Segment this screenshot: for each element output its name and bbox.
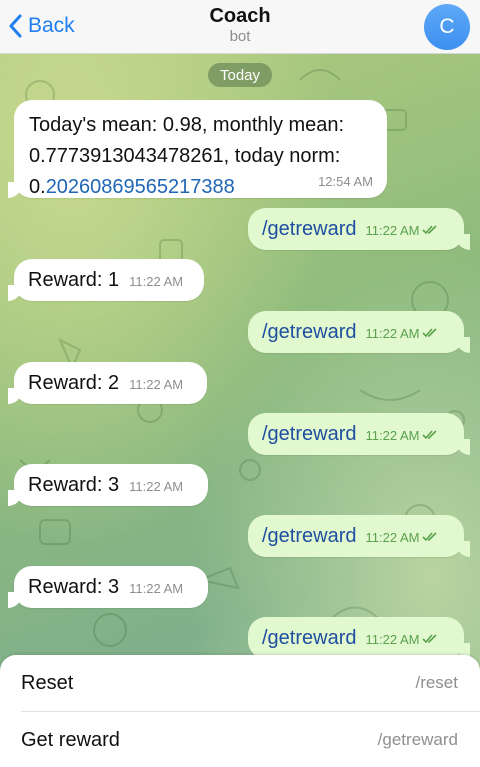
command-row-getreward[interactable]: Get reward /getreward xyxy=(0,712,480,767)
double-check-icon xyxy=(422,328,438,338)
chat-title-area[interactable]: Coach bot xyxy=(0,4,480,46)
message-line-prefix: 0. xyxy=(29,176,46,198)
message-outgoing[interactable]: /getreward 11:22 AM xyxy=(248,208,470,250)
phone-number-link[interactable]: 20260869565217388 xyxy=(46,176,235,198)
command-name: /getreward xyxy=(377,730,458,749)
avatar[interactable]: C xyxy=(424,4,470,50)
message-time: 11:22 AM xyxy=(129,581,184,596)
message-time: 11:22 AM xyxy=(129,377,184,392)
double-check-icon xyxy=(422,430,438,440)
command-name: /reset xyxy=(415,673,458,692)
command-link[interactable]: /getreward xyxy=(262,208,357,250)
bot-commands-panel: Reset /reset Get reward /getreward xyxy=(0,655,480,767)
message-text: Reward: 1 xyxy=(28,269,120,291)
double-check-icon xyxy=(422,532,438,542)
double-check-icon xyxy=(422,225,438,235)
chat-header: Back Coach bot C xyxy=(0,0,480,54)
message-time: 11:22 AM xyxy=(129,274,184,289)
message-incoming[interactable]: Reward: 1 11:22 AM xyxy=(8,259,204,301)
message-incoming[interactable]: Today's mean: 0.98, monthly mean: 0.7773… xyxy=(8,100,387,198)
command-row-reset[interactable]: Reset /reset xyxy=(0,655,480,711)
chat-subtitle: bot xyxy=(229,28,251,45)
message-incoming[interactable]: Reward: 3 11:22 AM xyxy=(8,566,208,608)
command-link[interactable]: /getreward xyxy=(262,515,357,557)
message-time: 12:54 AM xyxy=(318,174,373,189)
chat-title: Coach xyxy=(209,5,271,27)
message-time: 11:22 AM xyxy=(365,223,420,238)
message-line: Today's mean: 0.98, monthly mean: xyxy=(29,114,345,136)
message-outgoing[interactable]: /getreward 11:22 AM xyxy=(248,515,470,557)
message-text: Today's mean: 0.98, monthly mean: 0.7773… xyxy=(14,100,387,211)
command-label: Get reward xyxy=(21,728,120,751)
avatar-letter: C xyxy=(439,15,455,38)
double-check-icon xyxy=(422,634,438,644)
command-link[interactable]: /getreward xyxy=(262,617,357,659)
message-time: 11:22 AM xyxy=(365,428,420,443)
message-text: Reward: 3 xyxy=(28,576,120,598)
message-outgoing[interactable]: /getreward 11:22 AM xyxy=(248,311,470,353)
command-link[interactable]: /getreward xyxy=(262,413,357,455)
message-outgoing[interactable]: /getreward 11:22 AM xyxy=(248,617,470,659)
message-time: 11:22 AM xyxy=(365,326,420,341)
message-time: 11:22 AM xyxy=(365,530,420,545)
message-incoming[interactable]: Reward: 2 11:22 AM xyxy=(8,362,207,404)
message-time: 11:22 AM xyxy=(129,479,184,494)
command-link[interactable]: /getreward xyxy=(262,311,357,353)
date-separator: Today xyxy=(208,63,272,87)
message-text: Reward: 3 xyxy=(28,474,120,496)
command-label: Reset xyxy=(21,671,74,694)
message-incoming[interactable]: Reward: 3 11:22 AM xyxy=(8,464,208,506)
message-line: 0.7773913043478261, today norm: xyxy=(29,145,341,167)
message-text: Reward: 2 xyxy=(28,372,120,394)
message-outgoing[interactable]: /getreward 11:22 AM xyxy=(248,413,470,455)
